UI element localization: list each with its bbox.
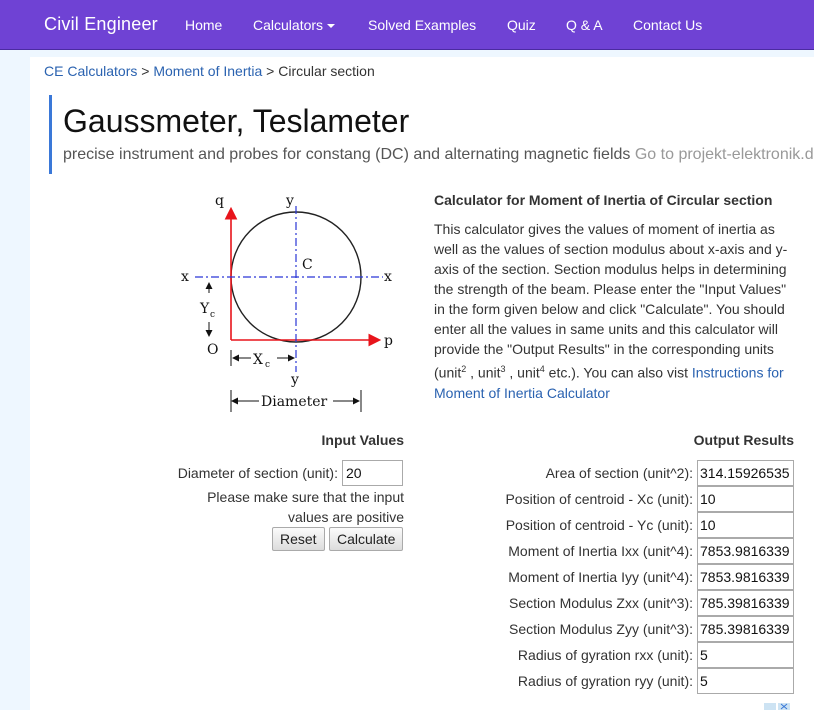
circular-section-diagram: q y C x x Y c O p X c y Diameter <box>173 190 405 418</box>
x-left-label: x <box>181 269 189 285</box>
brand-link[interactable]: Civil Engineer <box>44 14 158 35</box>
breadcrumb-separator: > <box>266 63 275 79</box>
rxx-output[interactable] <box>697 642 794 668</box>
ad-title[interactable]: Gaussmeter, Teslameter <box>63 103 409 140</box>
ryy-output[interactable] <box>697 668 794 694</box>
zyy-label: Section Modulus Zyy (unit^3): <box>509 621 693 637</box>
centroid-xc-output[interactable] <box>697 486 794 512</box>
xc-subscript: c <box>265 360 270 370</box>
nav-solved-examples[interactable]: Solved Examples <box>368 17 476 33</box>
calculate-button[interactable]: Calculate <box>329 527 404 551</box>
nav-quiz[interactable]: Quiz <box>507 17 536 33</box>
diameter-label: Diameter <box>261 394 328 410</box>
zxx-label: Section Modulus Zxx (unit^3): <box>509 595 693 611</box>
ad-description: precise instrument and probes for consta… <box>63 146 631 163</box>
breadcrumb-moment-of-inertia[interactable]: Moment of Inertia <box>153 63 262 79</box>
xc-label: X <box>253 352 263 368</box>
nav-calculators[interactable]: Calculators <box>253 17 336 33</box>
q-label: q <box>215 193 224 209</box>
origin-label: O <box>207 342 218 358</box>
centroid-xc-label: Position of centroid - Xc (unit): <box>505 491 693 507</box>
nav-contact-us[interactable]: Contact Us <box>633 17 702 33</box>
breadcrumb-separator: > <box>141 63 150 79</box>
area-output[interactable] <box>697 460 794 486</box>
output-results-heading: Output Results <box>693 432 794 448</box>
nav-home[interactable]: Home <box>185 17 222 33</box>
diameter-field-label: Diameter of section (unit): <box>177 465 338 481</box>
c-label: C <box>302 257 313 273</box>
caret-down-icon <box>327 24 336 29</box>
bottom-ad-strip <box>44 700 814 710</box>
y-top-label: y <box>285 193 294 209</box>
unit-separator: , unit <box>466 364 501 381</box>
ad-link[interactable]: Go to projekt-elektronik.de <box>635 146 814 163</box>
area-label: Area of section (unit^2): <box>545 465 693 481</box>
iyy-output[interactable] <box>697 564 794 590</box>
diameter-input[interactable] <box>342 460 403 486</box>
zyy-output[interactable] <box>697 616 794 642</box>
centroid-yc-output[interactable] <box>697 512 794 538</box>
calculator-description: This calculator gives the values of mome… <box>434 219 798 403</box>
breadcrumb-ce-calculators[interactable]: CE Calculators <box>44 63 137 79</box>
positive-values-note: Please make sure that the input values a… <box>207 489 404 525</box>
nav-qa[interactable]: Q & A <box>566 17 603 33</box>
ryy-label: Radius of gyration ryy (unit): <box>517 673 693 689</box>
calculator-title: Calculator for Moment of Inertia of Circ… <box>434 192 773 208</box>
zxx-output[interactable] <box>697 590 794 616</box>
navbar: Civil Engineer Home Calculators Solved E… <box>0 0 814 50</box>
nav-calculators-label: Calculators <box>253 17 324 33</box>
rxx-label: Radius of gyration rxx (unit): <box>517 647 693 663</box>
yc-subscript: c <box>210 310 215 320</box>
centroid-yc-label: Position of centroid - Yc (unit): <box>505 517 693 533</box>
input-values-heading: Input Values <box>321 432 404 448</box>
ixx-output[interactable] <box>697 538 794 564</box>
breadcrumb-current: Circular section <box>278 63 375 79</box>
yc-label: Y <box>199 301 210 317</box>
y-bottom-label: y <box>290 372 299 388</box>
unit-separator: , unit <box>505 364 540 381</box>
breadcrumb: CE Calculators > Moment of Inertia > Cir… <box>44 63 375 79</box>
description-text: This calculator gives the values of mome… <box>434 221 788 381</box>
ad-choices-icon[interactable] <box>763 703 793 710</box>
p-label: p <box>384 333 393 349</box>
iyy-label: Moment of Inertia Iyy (unit^4): <box>508 569 693 585</box>
ixx-label: Moment of Inertia Ixx (unit^4): <box>508 543 693 559</box>
description-tail: etc.). You can also vist <box>544 364 692 381</box>
ad-text: precise instrument and probes for consta… <box>63 146 814 164</box>
reset-button[interactable]: Reset <box>272 527 325 551</box>
x-right-label: x <box>384 269 392 285</box>
advertisement[interactable]: Gaussmeter, Teslameter precise instrumen… <box>49 95 814 174</box>
